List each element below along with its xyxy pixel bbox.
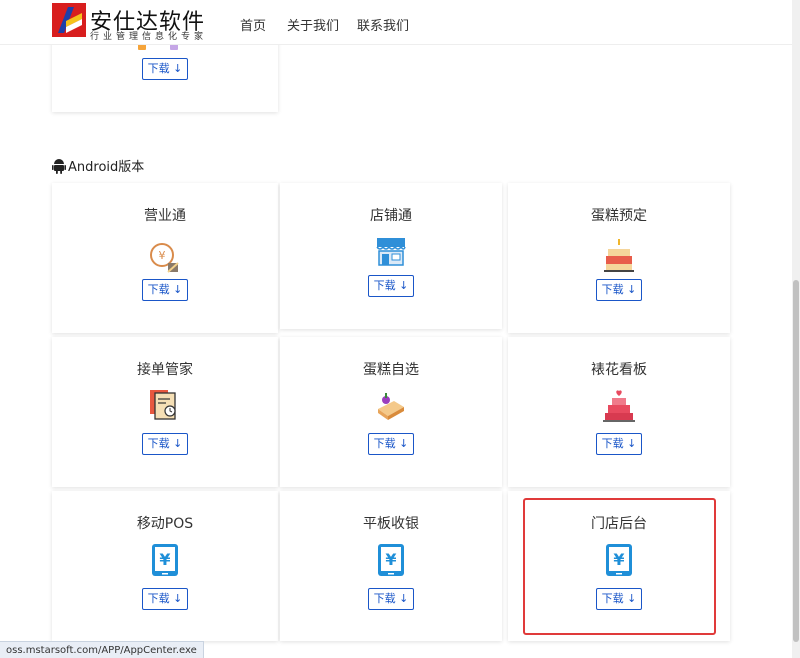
app-name: 蛋糕自选 — [363, 362, 419, 378]
download-button[interactable]: 下载 ↓ — [368, 588, 414, 610]
svg-text:¥: ¥ — [613, 550, 624, 569]
download-button[interactable]: 下载 ↓ — [142, 433, 188, 455]
scrollbar-thumb[interactable] — [793, 280, 799, 642]
app-name: 接单管家 — [137, 362, 193, 378]
app-name: 店铺通 — [370, 208, 412, 224]
site-header: 安仕达软件 行业管理信息化专家 首页 关于我们 联系我们 — [0, 0, 792, 45]
app-card-mobile-pos: 移动POS ¥ 下载 ↓ — [52, 491, 278, 641]
download-button[interactable]: 下载 ↓ — [596, 433, 642, 455]
status-bar-url: oss.mstarsoft.com/APP/AppCenter.exe — [0, 641, 204, 658]
download-button[interactable]: 下载 ↓ — [596, 588, 642, 610]
download-button[interactable]: 下载 ↓ — [368, 275, 414, 297]
download-button[interactable]: 下载 ↓ — [142, 588, 188, 610]
app-name: 平板收银 — [363, 516, 419, 532]
phone-yuan-icon: ¥ — [148, 543, 182, 577]
nav-home[interactable]: 首页 — [240, 15, 266, 34]
brand-slogan: 行业管理信息化专家 — [90, 32, 208, 42]
download-button[interactable]: 下载 ↓ — [368, 433, 414, 455]
app-card-dianputong: 店铺通 下载 ↓ — [280, 183, 502, 329]
app-card-cake-booking: 蛋糕预定 下载 ↓ — [508, 183, 730, 333]
app-card-yingyetong: 营业通 ¥ 下载 ↓ — [52, 183, 278, 333]
svg-text:¥: ¥ — [159, 550, 170, 569]
tiered-cake-icon — [602, 389, 636, 423]
app-name: 移动POS — [136, 516, 194, 532]
cake-slice-icon — [374, 389, 408, 423]
download-button[interactable]: 下载 ↓ — [596, 279, 642, 301]
download-button[interactable]: 下载 ↓ — [142, 279, 188, 301]
app-card-cake-self-select: 蛋糕自选 下载 ↓ — [280, 337, 502, 487]
nav-contact-us[interactable]: 联系我们 — [357, 15, 409, 34]
page-viewport: 安仕达软件 行业管理信息化专家 首页 关于我们 联系我们 下载 ↓ Androi… — [0, 0, 792, 658]
android-icon — [52, 158, 66, 178]
receipt-clock-icon — [148, 387, 182, 421]
app-card-store-backend: 门店后台 ¥ 下载 ↓ — [508, 491, 730, 641]
app-card-tablet-cashier: 平板收银 ¥ 下载 ↓ — [280, 491, 502, 641]
app-card-order-manager: 接单管家 下载 ↓ — [52, 337, 278, 487]
nav-about-us[interactable]: 关于我们 — [287, 15, 339, 34]
svg-text:¥: ¥ — [385, 550, 396, 569]
android-section-title: Android版本 — [52, 156, 144, 178]
brand-logo-icon[interactable] — [52, 3, 86, 37]
storefront-icon — [374, 235, 408, 269]
app-name: 裱花看板 — [591, 362, 647, 378]
download-button[interactable]: 下载 ↓ — [142, 58, 188, 80]
phone-yuan-icon: ¥ — [602, 543, 636, 577]
svg-text:¥: ¥ — [159, 249, 166, 262]
vertical-scrollbar[interactable] — [792, 0, 800, 658]
phone-yuan-icon: ¥ — [374, 543, 408, 577]
android-section-label: Android版本 — [68, 160, 145, 175]
app-name: 营业通 — [144, 208, 186, 224]
yuan-coin-icon: ¥ — [148, 241, 182, 275]
app-card-decoration-board: 裱花看板 下载 ↓ — [508, 337, 730, 487]
app-name: 蛋糕预定 — [591, 208, 647, 224]
birthday-cake-icon — [602, 239, 636, 273]
app-name: 门店后台 — [591, 516, 647, 532]
